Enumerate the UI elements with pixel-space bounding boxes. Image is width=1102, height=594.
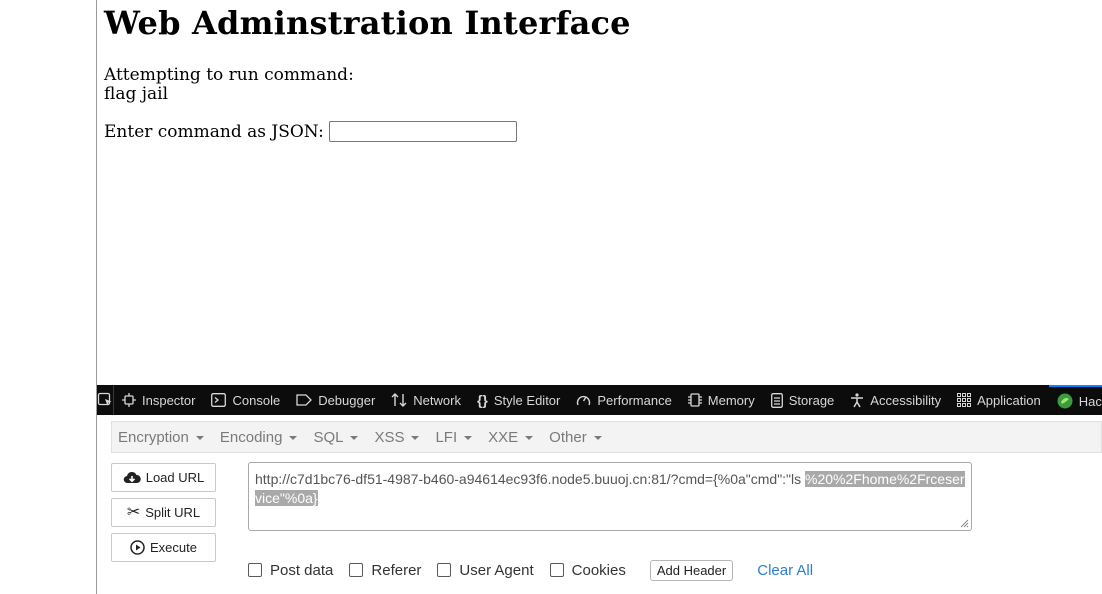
json-command-input[interactable]: [328, 121, 517, 142]
json-command-label: Enter command as JSON:: [104, 121, 324, 142]
cookies-checkbox[interactable]: [549, 563, 564, 577]
menu-other[interactable]: Other: [543, 429, 608, 446]
tab-memory[interactable]: Memory: [680, 385, 763, 415]
console-icon: [211, 393, 227, 407]
browser-sidebar-gutter: [0, 0, 97, 594]
performance-icon: [577, 395, 591, 406]
play-circle-icon: [130, 540, 145, 555]
menu-encryption[interactable]: Encryption: [112, 429, 210, 446]
tab-console[interactable]: Console: [203, 385, 288, 415]
chevron-down-icon: [289, 436, 298, 440]
referer-checkbox[interactable]: [349, 563, 364, 577]
split-url-button[interactable]: ✂ Split URL: [111, 498, 216, 527]
menu-xss[interactable]: XSS: [368, 429, 425, 446]
storage-icon: [770, 392, 783, 408]
chevron-down-icon: [593, 436, 602, 440]
element-picker-icon[interactable]: [97, 385, 114, 415]
application-icon: [957, 393, 972, 407]
chevron-down-icon: [411, 436, 420, 440]
hackbar-icon: [1057, 393, 1073, 409]
referer-option[interactable]: Referer: [349, 562, 421, 579]
tab-storage[interactable]: Storage: [763, 385, 843, 415]
tab-application[interactable]: Application: [949, 385, 1049, 415]
chevron-down-icon: [464, 436, 473, 440]
add-header-button[interactable]: Add Header: [649, 559, 734, 581]
hackbar-menu: Encryption Encoding SQL XSS LFI XXE Othe…: [111, 421, 1102, 453]
cookies-option[interactable]: Cookies: [549, 562, 626, 579]
url-textarea[interactable]: http://c7d1bc76-df51-4987-b460-a94614ec9…: [248, 462, 972, 531]
menu-xxe[interactable]: XXE: [482, 429, 539, 446]
url-text: http://c7d1bc76-df51-4987-b460-a94614ec9…: [255, 471, 806, 487]
debugger-icon: [296, 394, 313, 406]
network-icon: [391, 393, 407, 407]
page-title: Web Adminstration Interface: [104, 4, 631, 42]
tab-network[interactable]: Network: [383, 385, 469, 415]
clear-all-link[interactable]: Clear All: [757, 562, 813, 579]
page-content: Web Adminstration Interface Attempting t…: [97, 0, 1102, 385]
menu-encoding[interactable]: Encoding: [214, 429, 304, 446]
post-data-checkbox[interactable]: [248, 563, 262, 577]
tab-debugger[interactable]: Debugger: [288, 385, 383, 415]
style-editor-icon: {}: [476, 392, 488, 408]
attempt-command: flag jail: [104, 84, 169, 104]
user-agent-option[interactable]: User Agent: [437, 562, 534, 579]
tab-accessibility[interactable]: Accessibility: [842, 385, 949, 415]
chevron-down-icon: [525, 436, 534, 440]
inspector-icon: [122, 393, 136, 407]
json-command-row: Enter command as JSON:: [104, 121, 517, 142]
tab-hackbar[interactable]: HackBar: [1048, 385, 1102, 415]
load-url-button[interactable]: Load URL: [111, 463, 216, 492]
devtools-toolbar: Inspector Console Debugger Network {} St…: [97, 385, 1102, 415]
menu-sql[interactable]: SQL: [307, 429, 364, 446]
accessibility-icon: [851, 392, 864, 407]
hackbar-options: Post data Referer User Agent Cookies Add…: [248, 558, 813, 582]
tab-inspector[interactable]: Inspector: [114, 385, 203, 415]
scissors-icon: ✂: [126, 503, 141, 521]
chevron-down-icon: [350, 436, 359, 440]
memory-icon: [687, 393, 702, 407]
resize-grip-icon[interactable]: [960, 519, 969, 528]
execute-button[interactable]: Execute: [111, 533, 216, 562]
post-data-option[interactable]: Post data: [248, 562, 333, 579]
tab-performance[interactable]: Performance: [568, 385, 679, 415]
user-agent-checkbox[interactable]: [437, 563, 452, 577]
chevron-down-icon: [195, 436, 204, 440]
tab-style-editor[interactable]: {} Style Editor: [469, 385, 568, 415]
menu-lfi[interactable]: LFI: [429, 429, 478, 446]
attempt-label: Attempting to run command:: [104, 65, 354, 85]
cloud-download-icon: [123, 471, 141, 483]
